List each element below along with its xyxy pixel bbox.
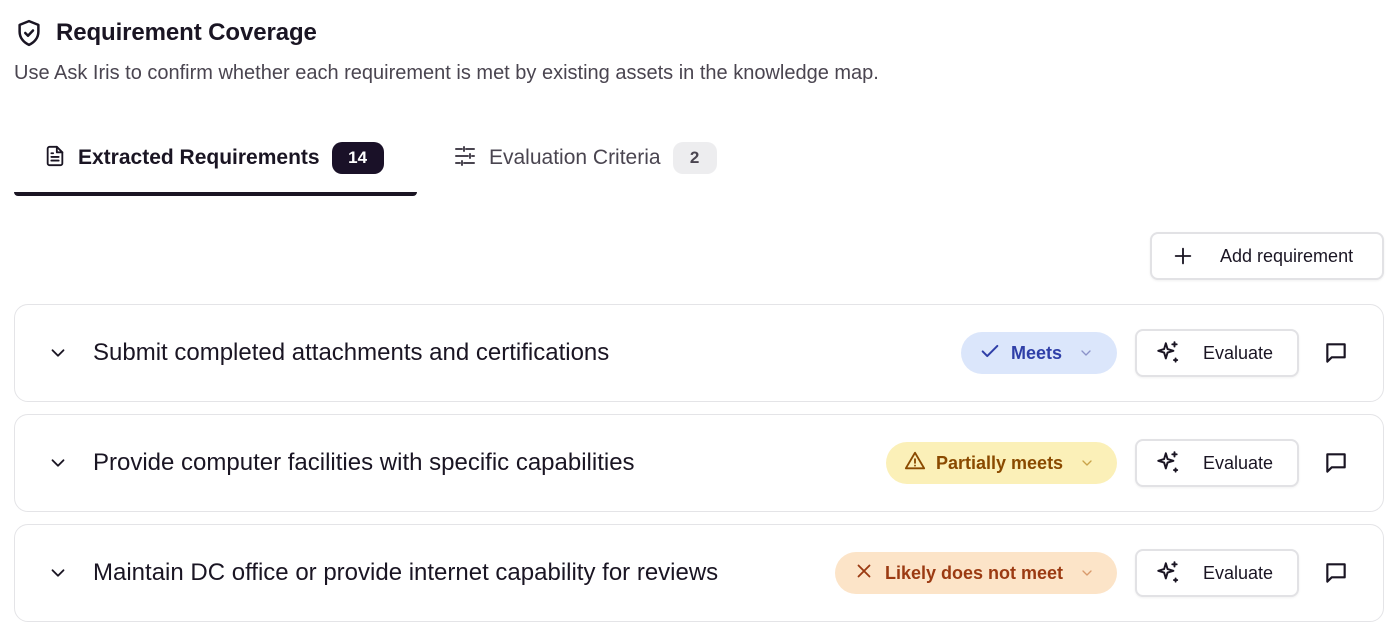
- status-label: Likely does not meet: [885, 562, 1064, 583]
- page-subtitle: Use Ask Iris to confirm whether each req…: [14, 62, 879, 84]
- sliders-icon: [453, 144, 477, 173]
- plus-icon: [1172, 245, 1194, 267]
- evaluate-label: Evaluate: [1203, 342, 1274, 363]
- tab-count-badge: 2: [672, 142, 717, 174]
- x-icon: [853, 560, 875, 587]
- requirement-coverage-panel: Requirement Coverage Use Ask Iris to con…: [0, 0, 1396, 624]
- chevron-down-icon[interactable]: [47, 562, 69, 584]
- status-label: Partially meets: [936, 452, 1064, 473]
- status-dropdown-partially-meets[interactable]: Partially meets: [886, 442, 1117, 484]
- chevron-down-icon: [1079, 455, 1095, 471]
- evaluate-label: Evaluate: [1203, 562, 1274, 583]
- comment-icon[interactable]: [1323, 560, 1349, 586]
- evaluate-button[interactable]: Evaluate: [1135, 549, 1299, 597]
- chevron-down-icon: [1078, 345, 1094, 361]
- requirement-card: Provide computer facilities with specifi…: [14, 414, 1384, 512]
- status-label: Meets: [1011, 342, 1063, 363]
- shield-check-icon: [14, 18, 44, 48]
- add-requirement-label: Add requirement: [1220, 245, 1354, 266]
- requirement-card: Submit completed attachments and certifi…: [14, 304, 1384, 402]
- page-title: Requirement Coverage: [56, 19, 317, 46]
- add-requirement-button[interactable]: Add requirement: [1150, 232, 1384, 280]
- chevron-down-icon: [1079, 565, 1095, 581]
- requirement-card: Maintain DC office or provide internet c…: [14, 524, 1384, 622]
- tab-count-badge: 14: [331, 142, 384, 174]
- warning-icon: [904, 450, 926, 477]
- tab-evaluation-criteria[interactable]: Evaluation Criteria 2: [417, 122, 717, 194]
- chevron-down-icon[interactable]: [47, 452, 69, 474]
- tab-label: Evaluation Criteria: [489, 146, 661, 169]
- evaluate-label: Evaluate: [1203, 452, 1274, 473]
- check-icon: [979, 340, 1001, 367]
- status-dropdown-likely-does-not-meet[interactable]: Likely does not meet: [835, 552, 1117, 594]
- comment-icon[interactable]: [1323, 340, 1349, 366]
- requirement-title: Provide computer facilities with specifi…: [93, 449, 635, 476]
- tab-bar: Extracted Requirements 14 Evaluation Cri…: [14, 122, 754, 196]
- comment-icon[interactable]: [1323, 450, 1349, 476]
- sparkles-icon: [1155, 560, 1181, 586]
- sparkles-icon: [1155, 340, 1181, 366]
- sparkles-icon: [1155, 450, 1181, 476]
- tab-label: Extracted Requirements: [78, 146, 320, 169]
- chevron-down-icon[interactable]: [47, 342, 69, 364]
- document-icon: [44, 144, 66, 173]
- tab-extracted-requirements[interactable]: Extracted Requirements 14: [14, 122, 417, 196]
- requirement-title: Maintain DC office or provide internet c…: [93, 559, 719, 586]
- header: Requirement Coverage: [14, 18, 317, 48]
- evaluate-button[interactable]: Evaluate: [1135, 329, 1299, 377]
- evaluate-button[interactable]: Evaluate: [1135, 439, 1299, 487]
- status-dropdown-meets[interactable]: Meets: [961, 332, 1117, 374]
- requirement-title: Submit completed attachments and certifi…: [93, 339, 610, 366]
